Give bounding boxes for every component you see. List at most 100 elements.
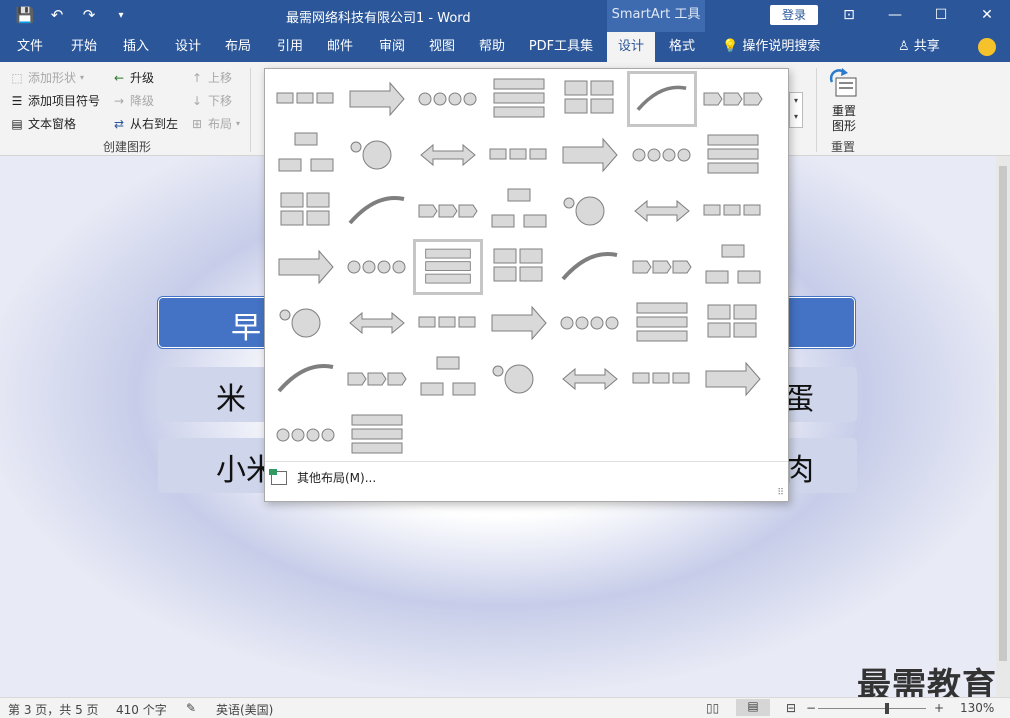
smartart-layout-thumbnail[interactable]: [627, 71, 697, 127]
smartart-layout-thumbnail[interactable]: [413, 183, 483, 239]
smartart-layout-preview-icon: [489, 148, 547, 160]
print-layout-icon[interactable]: ▤: [736, 699, 770, 716]
tab-review[interactable]: 审阅: [370, 32, 414, 62]
word-count[interactable]: 410 个字: [116, 701, 167, 718]
redo-icon[interactable]: ↷: [78, 6, 100, 24]
minimize-icon[interactable]: —: [872, 0, 918, 32]
tab-references[interactable]: 引用: [268, 32, 312, 62]
smartart-layout-thumbnail[interactable]: [484, 239, 554, 295]
smartart-layout-thumbnail[interactable]: [698, 127, 768, 183]
smartart-layout-thumbnail[interactable]: [484, 127, 554, 183]
tab-mailings[interactable]: 邮件: [318, 32, 362, 62]
zoom-slider[interactable]: [818, 708, 926, 709]
zoom-in-button[interactable]: +: [934, 701, 944, 715]
smartart-layout-thumbnail[interactable]: [271, 295, 341, 351]
smartart-layout-thumbnail[interactable]: [698, 351, 768, 407]
undo-icon[interactable]: ↶: [46, 6, 68, 24]
smartart-layout-thumbnail[interactable]: [271, 127, 341, 183]
smartart-layout-thumbnail[interactable]: [342, 127, 412, 183]
smartart-layout-preview-icon: [563, 196, 605, 226]
smartart-layout-thumbnail[interactable]: [484, 351, 554, 407]
smartart-layout-thumbnail[interactable]: [271, 183, 341, 239]
tab-pdf-tools[interactable]: PDF工具集: [526, 32, 596, 62]
smartart-layout-thumbnail[interactable]: [484, 295, 554, 351]
customize-qat-icon[interactable]: ▾: [110, 10, 132, 21]
smartart-layout-thumbnail[interactable]: [271, 71, 341, 127]
smartart-layout-thumbnail[interactable]: [627, 351, 697, 407]
zoom-slider-thumb[interactable]: [885, 703, 889, 714]
smartart-layout-thumbnail[interactable]: [555, 71, 625, 127]
promote-button[interactable]: ← 升级: [112, 69, 154, 86]
tab-file[interactable]: 文件: [8, 32, 52, 62]
smartart-layout-thumbnail[interactable]: [342, 407, 412, 463]
smartart-layout-thumbnail[interactable]: [698, 295, 768, 351]
text-pane-button[interactable]: ▤ 文本窗格: [10, 115, 76, 132]
login-button[interactable]: 登录: [770, 5, 818, 25]
page-count[interactable]: 第 3 页，共 5 页: [8, 701, 99, 718]
smartart-layout-thumbnail[interactable]: [698, 239, 768, 295]
smartart-layout-thumbnail[interactable]: [413, 71, 483, 127]
scrollbar-thumb[interactable]: [999, 166, 1007, 661]
right-to-left-button[interactable]: ⇄ 从右到左: [112, 115, 178, 132]
read-mode-icon[interactable]: ▯▯: [706, 701, 719, 715]
smartart-layout-thumbnail[interactable]: [555, 351, 625, 407]
add-bullet-button[interactable]: ☰ 添加项目符号: [10, 92, 100, 109]
maximize-icon[interactable]: ☐: [918, 0, 964, 32]
gallery-scrollbar[interactable]: ▾ ▾: [789, 92, 803, 128]
reset-graphic-icon[interactable]: [826, 68, 860, 100]
smartart-layout-thumbnail[interactable]: [342, 351, 412, 407]
save-icon[interactable]: 💾: [14, 6, 36, 24]
smartart-layout-thumbnail[interactable]: [555, 295, 625, 351]
zoom-out-button[interactable]: −: [806, 701, 816, 715]
move-down-button[interactable]: ↓ 下移: [190, 92, 232, 109]
smartart-layout-thumbnail[interactable]: [484, 71, 554, 127]
proofing-icon[interactable]: ✎: [186, 701, 196, 715]
smartart-layout-thumbnail[interactable]: [271, 239, 341, 295]
vertical-scrollbar[interactable]: [996, 156, 1010, 697]
smartart-layout-thumbnail[interactable]: [627, 295, 697, 351]
tab-layout[interactable]: 布局: [216, 32, 260, 62]
tab-smartart-format[interactable]: 格式: [660, 32, 704, 62]
smartart-layout-thumbnail[interactable]: [342, 295, 412, 351]
reset-graphic-label-1: 重置: [832, 104, 857, 118]
smartart-layout-thumbnail[interactable]: [627, 183, 697, 239]
tab-view[interactable]: 视图: [420, 32, 464, 62]
tab-smartart-design[interactable]: 设计: [607, 32, 655, 62]
layout-button[interactable]: ⊞ 布局 ▾: [190, 115, 240, 132]
smartart-layout-thumbnail[interactable]: [342, 71, 412, 127]
tab-help[interactable]: 帮助: [470, 32, 514, 62]
smartart-layout-thumbnail[interactable]: [271, 351, 341, 407]
smartart-layout-thumbnail[interactable]: [555, 127, 625, 183]
language-status[interactable]: 英语(美国): [216, 701, 273, 718]
smartart-layout-thumbnail[interactable]: [413, 295, 483, 351]
tell-me-search[interactable]: 💡 操作说明搜索: [722, 32, 820, 62]
ribbon-display-options-icon[interactable]: ⊡: [826, 0, 872, 32]
demote-button[interactable]: → 降级: [112, 92, 154, 109]
smartart-layout-thumbnail[interactable]: [484, 183, 554, 239]
smartart-layout-thumbnail[interactable]: [271, 407, 341, 463]
smartart-layout-thumbnail[interactable]: [555, 239, 625, 295]
web-layout-icon[interactable]: ⊟: [786, 701, 796, 715]
smartart-layout-thumbnail[interactable]: [698, 183, 768, 239]
smartart-layout-thumbnail[interactable]: [342, 239, 412, 295]
close-icon[interactable]: ✕: [964, 0, 1010, 32]
smartart-layout-thumbnail[interactable]: [555, 183, 625, 239]
feedback-smiley-icon[interactable]: [978, 38, 996, 56]
more-layouts-button[interactable]: 其他布局(M)...: [269, 468, 376, 486]
smartart-layout-thumbnail[interactable]: [342, 183, 412, 239]
move-up-button[interactable]: ↑ 上移: [190, 69, 232, 86]
tab-design[interactable]: 设计: [166, 32, 210, 62]
smartart-layout-thumbnail[interactable]: [627, 239, 697, 295]
share-button[interactable]: ♙ 共享: [898, 32, 940, 62]
reset-graphic-button[interactable]: 重置 图形: [832, 104, 856, 134]
add-shape-button[interactable]: ⬚ 添加形状 ▾: [10, 69, 84, 86]
zoom-level[interactable]: 130%: [960, 701, 994, 715]
resize-grip-icon[interactable]: ⠿: [777, 488, 784, 498]
smartart-layout-thumbnail[interactable]: [413, 127, 483, 183]
smartart-layout-thumbnail[interactable]: [413, 239, 483, 295]
smartart-layout-thumbnail[interactable]: [413, 351, 483, 407]
tab-home[interactable]: 开始: [62, 32, 106, 62]
smartart-layout-thumbnail[interactable]: [627, 127, 697, 183]
tab-insert[interactable]: 插入: [114, 32, 158, 62]
smartart-layout-thumbnail[interactable]: [698, 71, 768, 127]
